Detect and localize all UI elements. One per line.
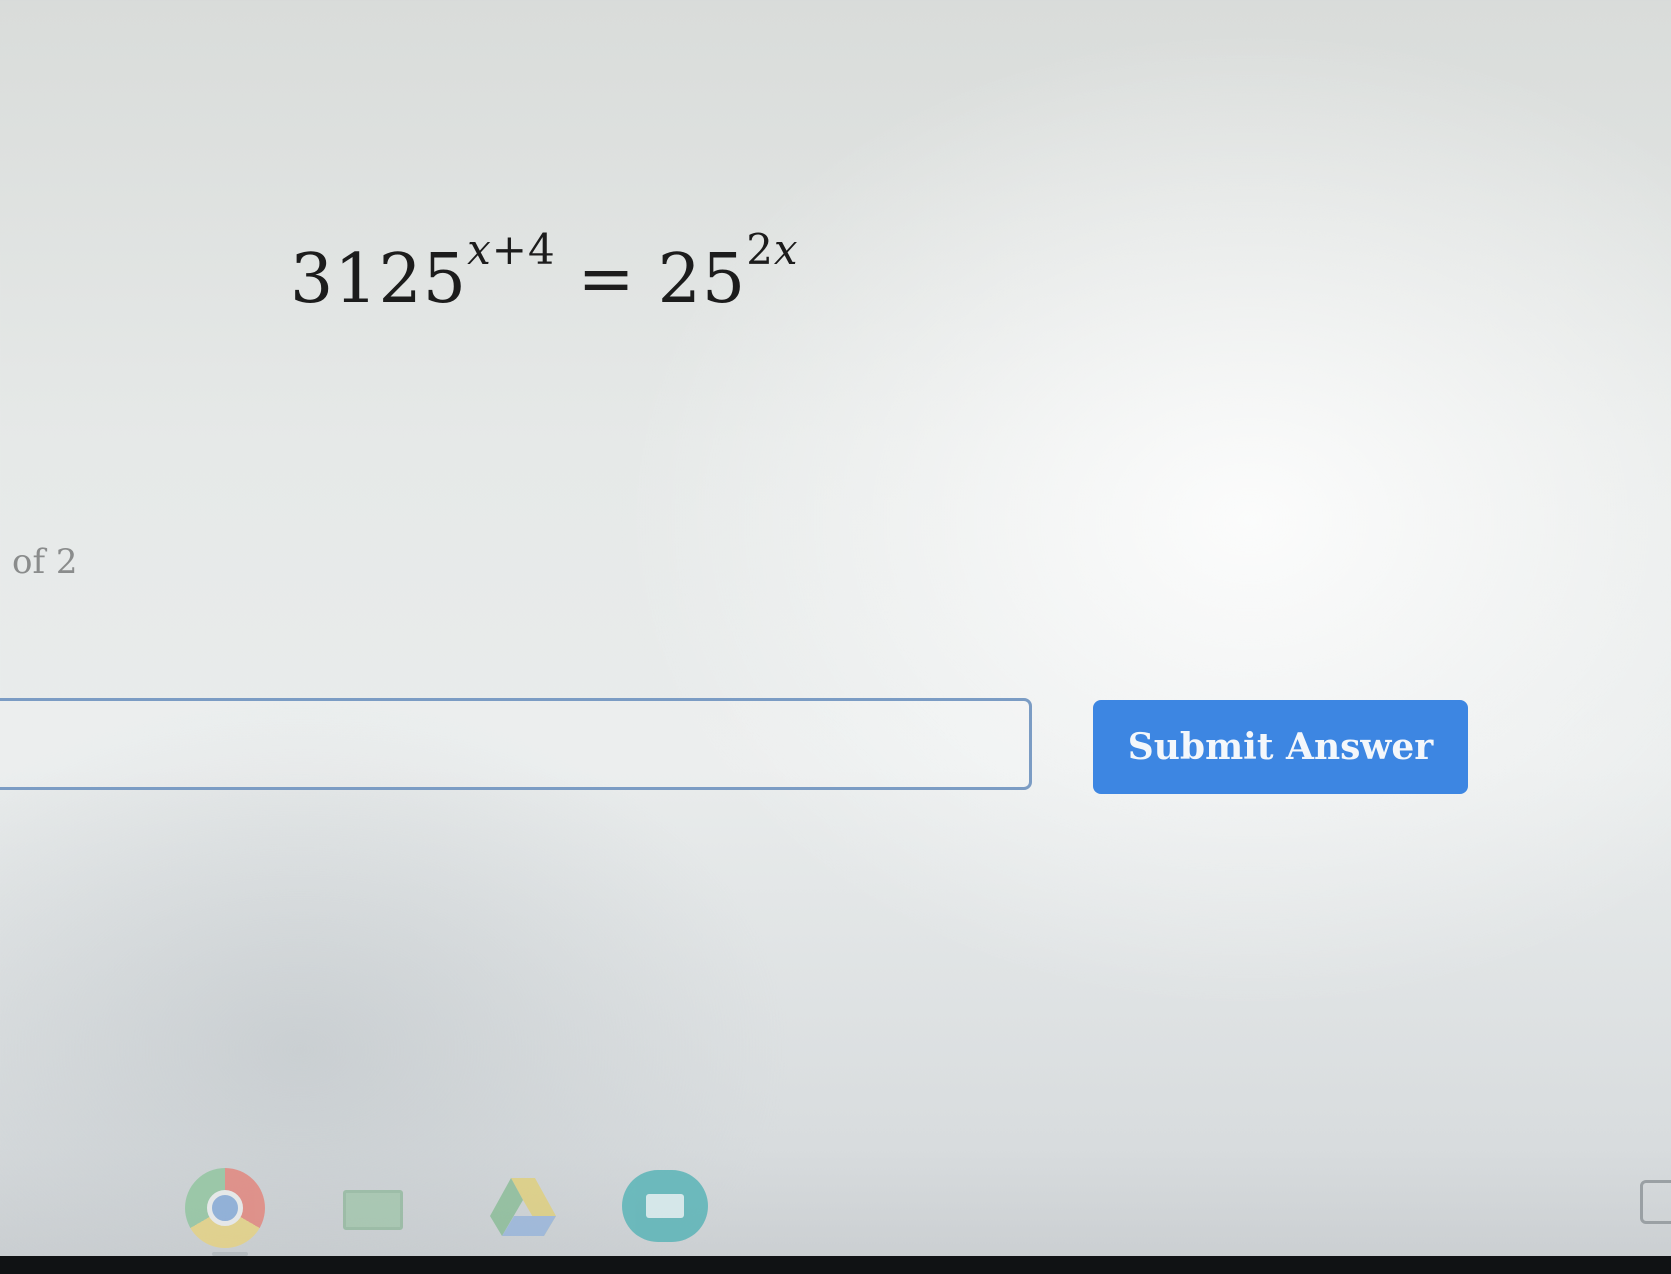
equation-left-exponent: x+4 [467,225,556,274]
equation-right-exponent: 2x [746,225,798,274]
equation-right-base: 25 [657,240,747,319]
equation-left-base: 3125 [290,240,468,319]
exponent-rest: +4 [491,225,556,274]
submit-answer-button[interactable]: Submit Answer [1093,700,1468,794]
equals-sign: = [577,240,636,319]
os-shelf [0,1150,1671,1260]
exponent-coefficient: 2 [746,225,774,274]
google-meet-icon[interactable] [622,1170,708,1242]
math-equation: 3125x+4 = 252x [290,225,799,319]
exponent-variable: x [467,225,492,274]
google-drive-icon[interactable] [488,1176,558,1240]
exponent-variable: x [773,225,799,274]
answer-input[interactable] [0,698,1032,790]
question-counter: of 2 [12,542,78,582]
tray-icon[interactable] [1640,1180,1671,1224]
chrome-icon[interactable] [185,1168,265,1248]
screen-bezel [0,1256,1671,1274]
google-classroom-icon[interactable] [343,1190,403,1230]
